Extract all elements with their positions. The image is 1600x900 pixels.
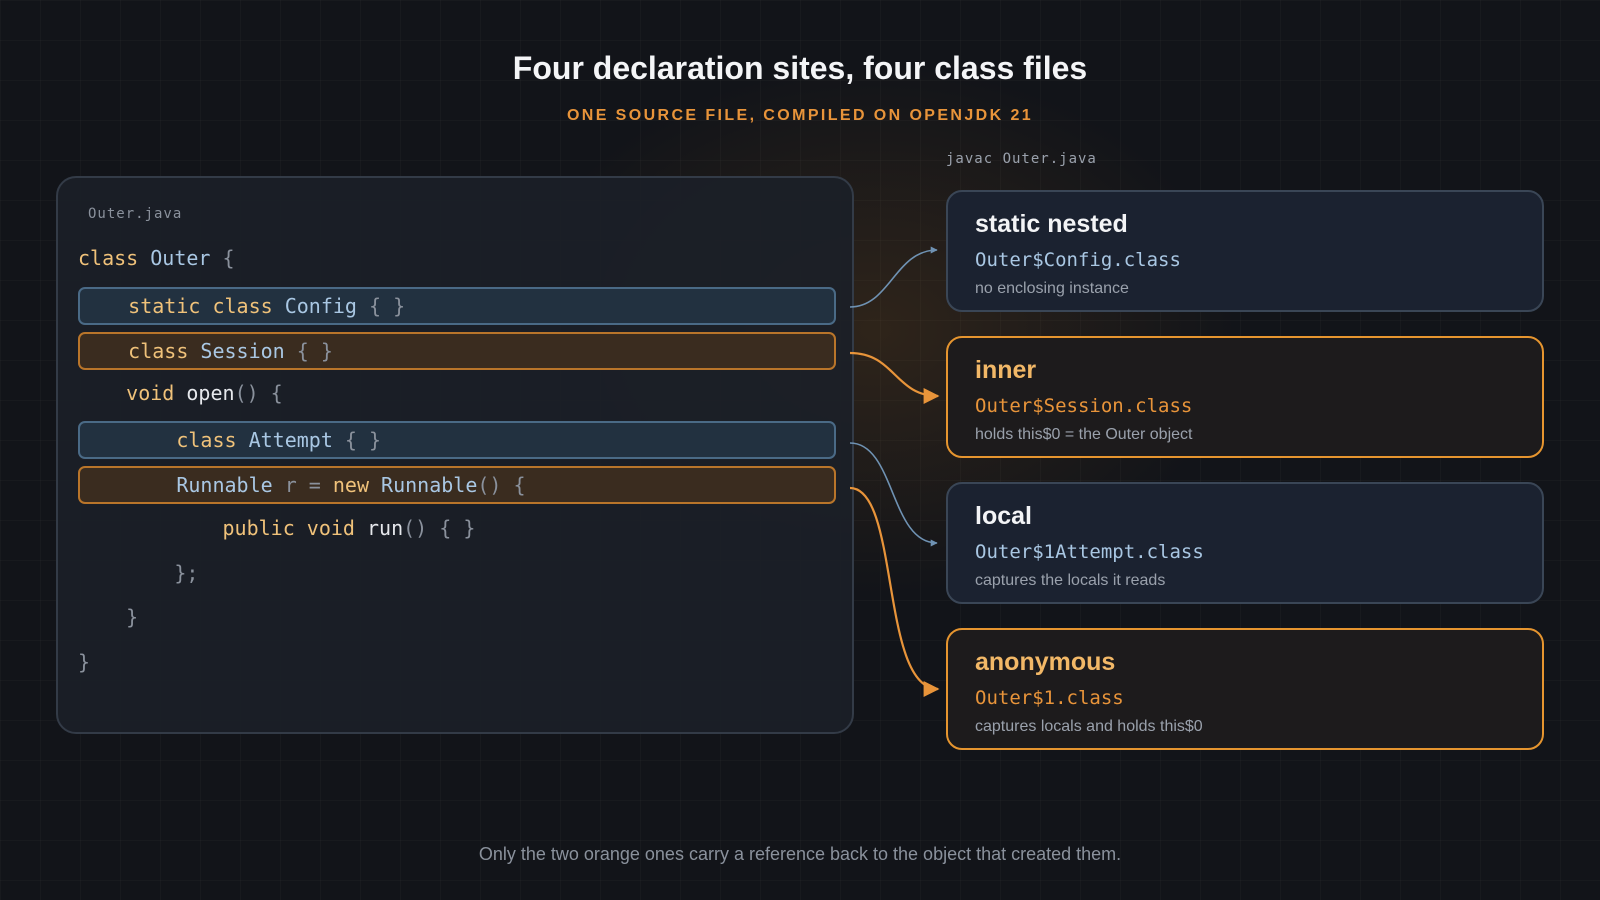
arrow-config-to-static-nested — [849, 246, 938, 308]
arrow-runnable-to-anonymous — [849, 486, 940, 697]
arrow-session-to-inner — [849, 351, 940, 404]
connector-arrows — [849, 246, 940, 697]
footer-note: Only the two orange ones carry a referen… — [478, 844, 1122, 864]
